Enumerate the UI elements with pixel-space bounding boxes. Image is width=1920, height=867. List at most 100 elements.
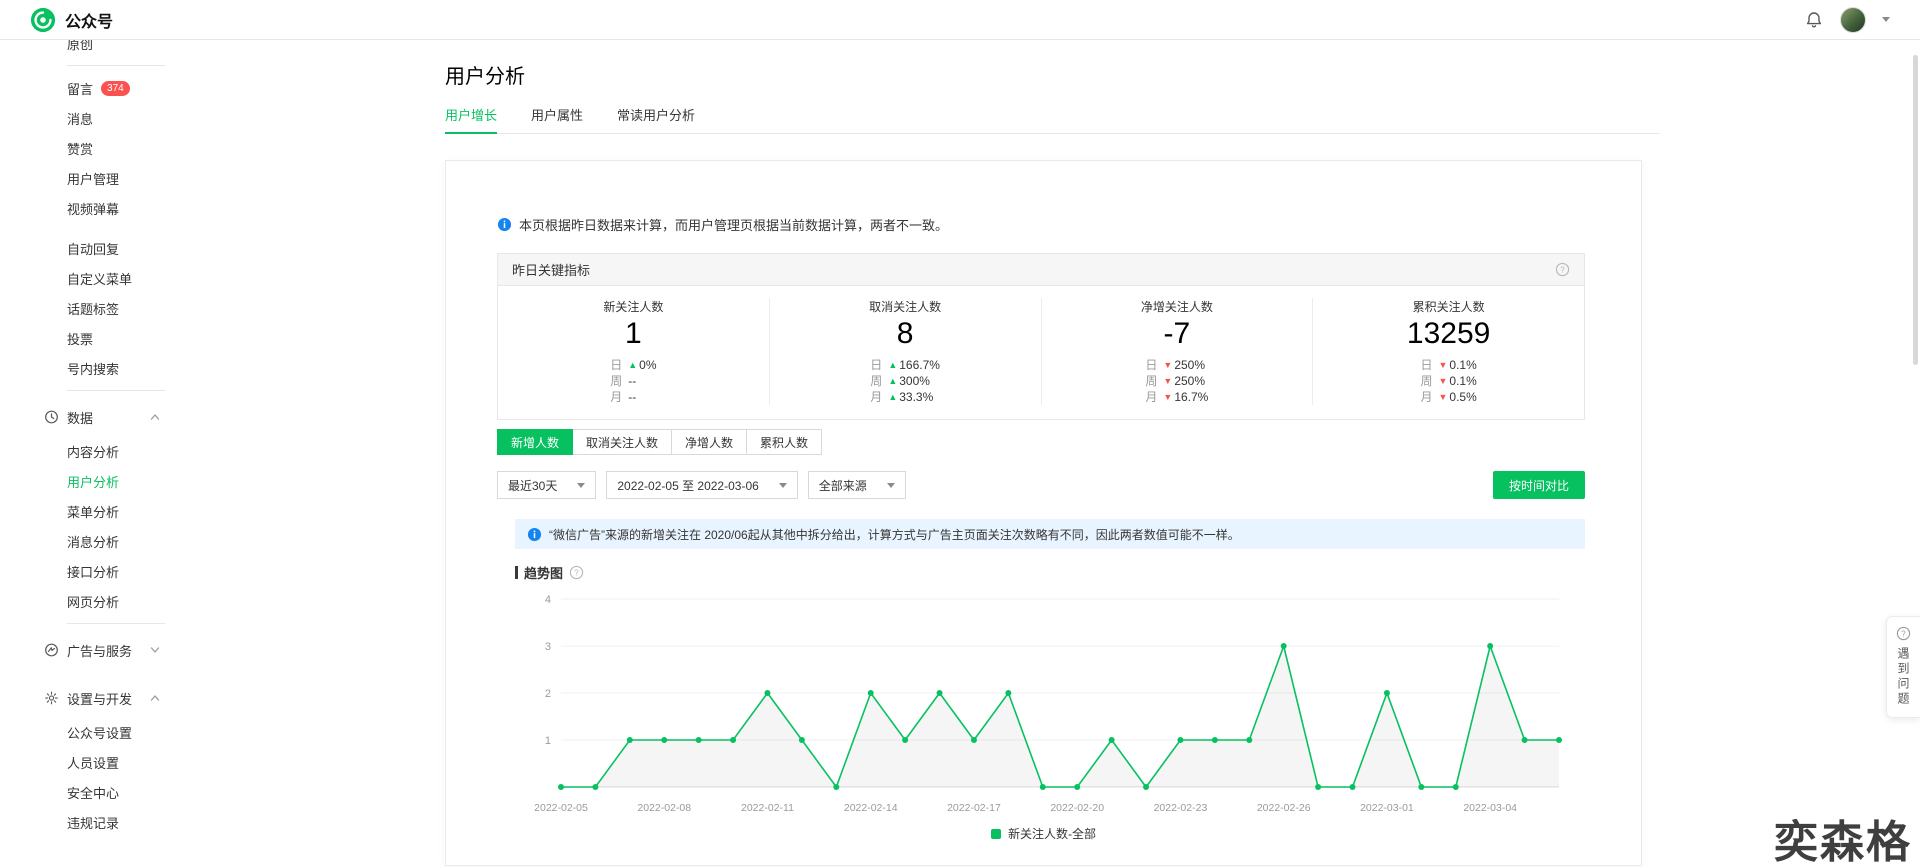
sidebar-item-original[interactable]: 原创 xyxy=(0,40,220,58)
bell-icon[interactable] xyxy=(1804,10,1824,30)
svg-text:2: 2 xyxy=(545,688,551,700)
brand-title: 公众号 xyxy=(65,8,113,32)
trend-down-icon: ▼ xyxy=(1163,361,1172,370)
metric-period-label: 日 xyxy=(870,357,882,373)
tab-0[interactable]: 用户增长 xyxy=(445,101,497,133)
tab-1[interactable]: 用户属性 xyxy=(531,101,583,133)
sidebar-item-content-analysis[interactable]: 内容分析 xyxy=(0,436,220,466)
sidebar-item-staff-settings[interactable]: 人员设置 xyxy=(0,747,220,777)
metric-period-label: 周 xyxy=(610,373,622,389)
top-bar-right xyxy=(1804,7,1890,33)
metrics-body: 新关注人数1日▲0%周--月--取消关注人数8日▲166.7%周▲300%月▲3… xyxy=(498,286,1584,419)
trend-up-icon: ▲ xyxy=(628,361,637,370)
metric-value: -7 xyxy=(1164,316,1191,352)
svg-text:2022-02-11: 2022-02-11 xyxy=(741,802,794,814)
metric-tab-1[interactable]: 取消关注人数 xyxy=(572,429,672,455)
chart-legend[interactable]: 新关注人数-全部 xyxy=(446,825,1641,842)
sidebar-item-label: 自动回复 xyxy=(67,239,119,258)
compare-by-time-button[interactable]: 按时间对比 xyxy=(1493,471,1585,499)
metric-label: 累积关注人数 xyxy=(1413,298,1485,315)
sidebar-item-label: 内容分析 xyxy=(67,442,119,461)
clock-icon xyxy=(44,410,59,425)
sidebar-item-label: 用户分析 xyxy=(67,472,119,491)
metric-trend-value: 0% xyxy=(639,357,656,373)
metric-tab-2[interactable]: 净增人数 xyxy=(671,429,747,455)
legend-label: 新关注人数-全部 xyxy=(1008,825,1096,842)
sidebar-item-label: 安全中心 xyxy=(67,783,119,802)
metric-trend-row: 日 ▼0.1% xyxy=(1420,357,1476,373)
svg-text:2022-02-20: 2022-02-20 xyxy=(1050,802,1104,814)
trend-down-icon: ▼ xyxy=(1163,393,1172,402)
metric-trend-rows: 日▲166.7%周▲300%月▲33.3% xyxy=(870,357,940,405)
analysis-tabs: 用户增长 用户属性 常读用户分析 xyxy=(445,101,1660,134)
key-metrics-title: 昨日关键指标 xyxy=(512,260,590,279)
sidebar-item-video-danmu[interactable]: 视频弹幕 xyxy=(0,193,220,223)
metric-trend-value: 0.5% xyxy=(1449,389,1476,405)
help-question-icon[interactable]: ? xyxy=(569,565,584,580)
chevron-down-icon xyxy=(150,645,160,655)
metric-tab-3[interactable]: 累积人数 xyxy=(746,429,822,455)
user-avatar[interactable] xyxy=(1840,7,1866,33)
metric-period-label: 周 xyxy=(1420,373,1432,389)
sidebar-item-label: 违规记录 xyxy=(67,813,119,832)
metric-trend-row: 月▼0.5% xyxy=(1420,389,1476,405)
sidebar-item-comments[interactable]: 留言374 xyxy=(0,73,220,103)
trend-up-icon: ▲ xyxy=(888,377,897,386)
filter-source-dropdown[interactable]: 全部来源 xyxy=(808,471,906,499)
info-icon xyxy=(527,527,542,542)
caret-down-icon xyxy=(779,483,787,488)
page-title: 用户分析 xyxy=(445,60,525,89)
metric-trend-row: 日▲166.7% xyxy=(870,357,940,373)
sidebar-item-message-analysis[interactable]: 消息分析 xyxy=(0,526,220,556)
metric-period-label: 日 xyxy=(1420,357,1432,373)
sidebar-item-user-analysis[interactable]: 用户分析 xyxy=(0,466,220,496)
sidebar-divider xyxy=(67,390,165,391)
sidebar-item-data[interactable]: 数据 xyxy=(0,398,220,436)
metric-trend-value: 300% xyxy=(899,373,930,389)
help-question-icon[interactable]: ? xyxy=(1555,262,1570,277)
sidebar-item-messages[interactable]: 消息 xyxy=(0,103,220,133)
feedback-float-button[interactable]: ? 遇到问题 xyxy=(1886,616,1920,718)
tab-2[interactable]: 常读用户分析 xyxy=(617,101,695,133)
sidebar-item-security-center[interactable]: 安全中心 xyxy=(0,777,220,807)
vertical-scrollbar[interactable] xyxy=(1913,55,1918,365)
metric-trend-row: 日 ▲0% xyxy=(610,357,656,373)
filter-range-dropdown[interactable]: 最近30天 xyxy=(497,471,596,499)
sidebar-item-label: 网页分析 xyxy=(67,592,119,611)
trend-down-icon: ▼ xyxy=(1438,377,1447,386)
sidebar-item-custom-menu[interactable]: 自定义菜单 xyxy=(0,263,220,293)
chevron-down-icon[interactable] xyxy=(1882,17,1890,22)
sidebar-item-menu-analysis[interactable]: 菜单分析 xyxy=(0,496,220,526)
metric-trend-value: -- xyxy=(628,373,636,389)
metric-card-0: 新关注人数1日▲0%周--月-- xyxy=(498,298,769,405)
sidebar-item-settings-dev[interactable]: 设置与开发 xyxy=(0,679,220,717)
metric-period-label: 日 xyxy=(610,357,622,373)
sidebar-item-appreciation[interactable]: 赞赏 xyxy=(0,133,220,163)
svg-text:2022-02-17: 2022-02-17 xyxy=(947,802,1001,814)
feedback-label: 遇到问题 xyxy=(1895,647,1912,707)
metric-trend-value: 250% xyxy=(1174,357,1205,373)
sidebar-item-auto-reply[interactable]: 自动回复 xyxy=(0,233,220,263)
sidebar-divider xyxy=(67,65,165,66)
metric-trend-row: 周▼0.1% xyxy=(1420,373,1476,389)
metric-label: 净增关注人数 xyxy=(1141,298,1213,315)
trend-down-icon: ▼ xyxy=(1438,361,1447,370)
metric-tab-0[interactable]: 新增人数 xyxy=(497,429,573,455)
sidebar-item-web-analysis[interactable]: 网页分析 xyxy=(0,586,220,616)
sidebar-item-account-settings[interactable]: 公众号设置 xyxy=(0,717,220,747)
sidebar-item-topic-tags[interactable]: 话题标签 xyxy=(0,293,220,323)
sidebar-item-api-analysis[interactable]: 接口分析 xyxy=(0,556,220,586)
metric-trend-row: 月▼16.7% xyxy=(1145,389,1208,405)
sidebar-item-user-management[interactable]: 用户管理 xyxy=(0,163,220,193)
metric-trend-value: 166.7% xyxy=(899,357,940,373)
sidebar-item-violation-records[interactable]: 违规记录 xyxy=(0,807,220,837)
filter-dates-dropdown[interactable]: 2022-02-05 至 2022-03-06 xyxy=(606,471,797,499)
sidebar-item-vote[interactable]: 投票 xyxy=(0,323,220,353)
sidebar-item-ads-services[interactable]: 广告与服务 xyxy=(0,631,220,669)
metric-period-label: 月 xyxy=(870,389,882,405)
metric-card-1: 取消关注人数8日▲166.7%周▲300%月▲33.3% xyxy=(769,298,1041,405)
trend-up-icon: ▲ xyxy=(888,393,897,402)
svg-text:?: ? xyxy=(1560,265,1565,274)
metric-trend-value: 0.1% xyxy=(1449,357,1476,373)
sidebar-item-account-search[interactable]: 号内搜索 xyxy=(0,353,220,383)
